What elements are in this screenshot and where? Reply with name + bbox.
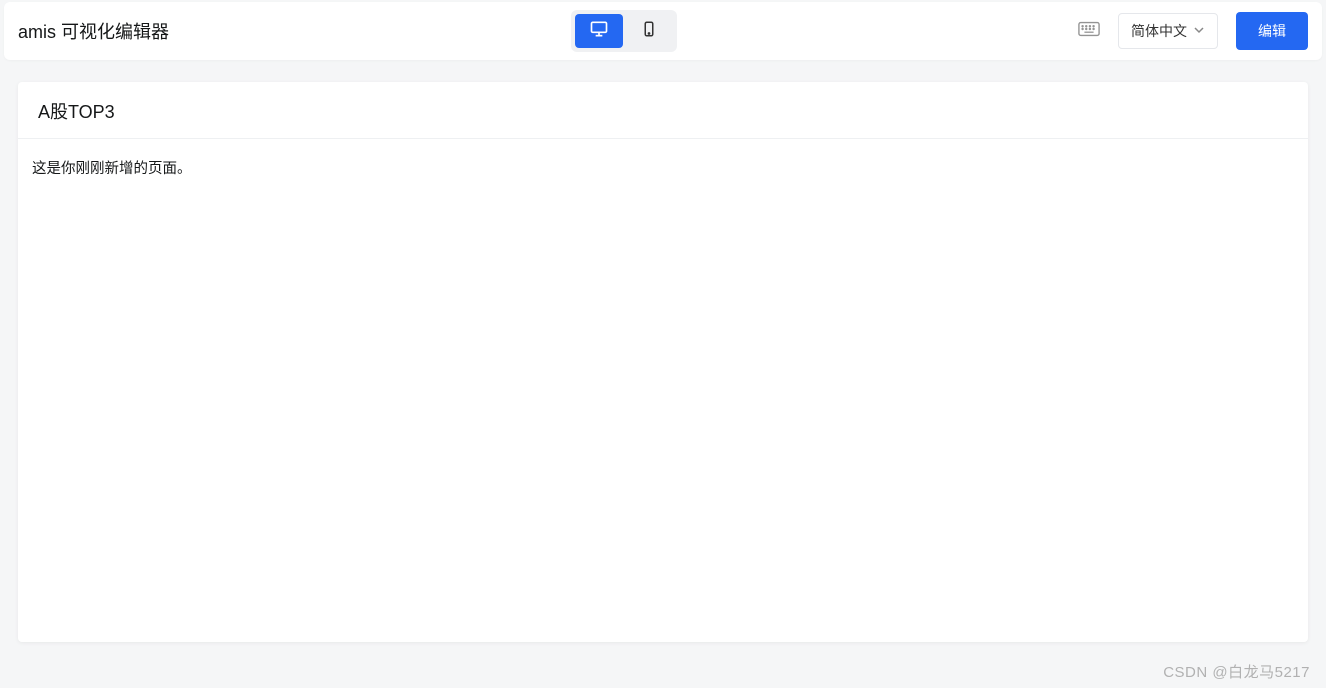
- mobile-view-button[interactable]: [625, 14, 673, 48]
- device-toggle-group: [571, 10, 677, 52]
- app-title: amis 可视化编辑器: [18, 18, 169, 44]
- page-title: A股TOP3: [38, 98, 1288, 124]
- header-right: 简体中文 编辑: [1078, 12, 1308, 50]
- header-center: [169, 10, 1078, 52]
- edit-button[interactable]: 编辑: [1236, 12, 1308, 50]
- language-select[interactable]: 简体中文: [1118, 13, 1218, 49]
- keyboard-shortcuts-button[interactable]: [1078, 21, 1100, 42]
- keyboard-icon: [1078, 21, 1100, 42]
- watermark: CSDN @白龙马5217: [1163, 661, 1310, 682]
- page-body-text: 这是你刚刚新增的页面。: [32, 157, 1294, 178]
- app-header: amis 可视化编辑器: [4, 2, 1322, 60]
- language-select-label: 简体中文: [1131, 21, 1187, 41]
- mobile-icon: [640, 20, 658, 43]
- header-left: amis 可视化编辑器: [18, 18, 169, 44]
- page-card-body: 这是你刚刚新增的页面。: [18, 139, 1308, 196]
- page-card: A股TOP3 这是你刚刚新增的页面。: [18, 82, 1308, 642]
- page-card-header: A股TOP3: [18, 82, 1308, 139]
- chevron-down-icon: [1193, 23, 1205, 39]
- desktop-icon: [589, 19, 609, 44]
- desktop-view-button[interactable]: [575, 14, 623, 48]
- workspace: A股TOP3 这是你刚刚新增的页面。: [0, 60, 1326, 660]
